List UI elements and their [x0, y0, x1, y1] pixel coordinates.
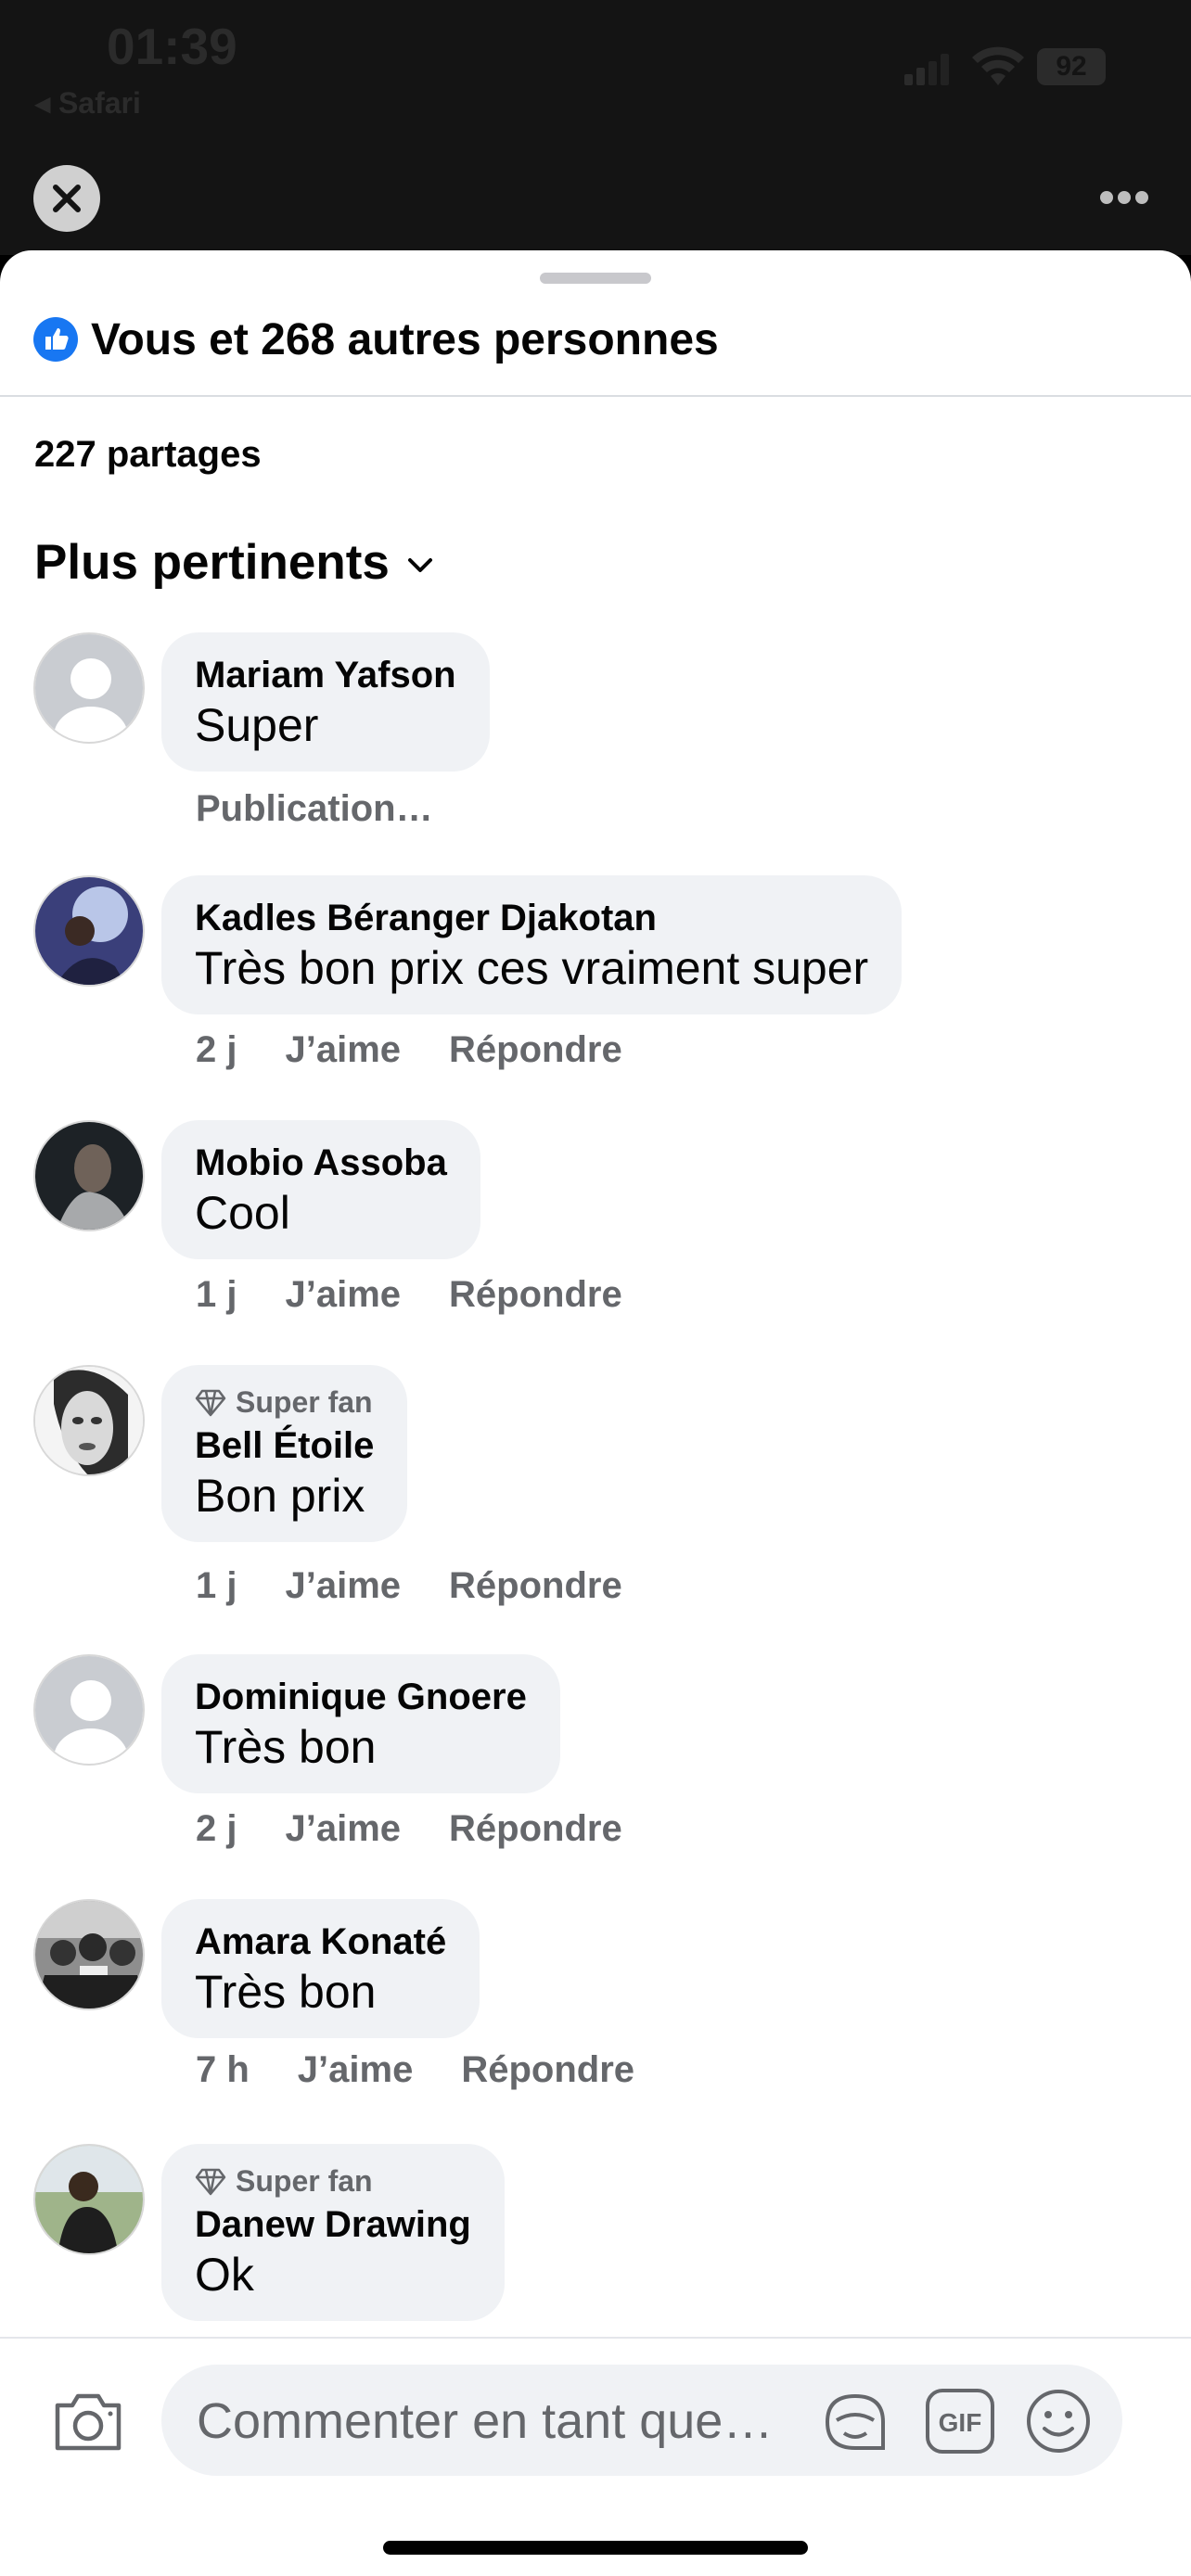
- comment-meta: Publication…: [196, 788, 481, 830]
- camera-icon[interactable]: [52, 2391, 124, 2454]
- comment-text: Super: [195, 699, 319, 751]
- avatar[interactable]: [33, 1899, 145, 2010]
- comment-meta: 2 j J’aime Répondre: [196, 1808, 671, 1850]
- reply-link[interactable]: Répondre: [449, 1808, 622, 1850]
- comment-time[interactable]: 2 j: [196, 1029, 237, 1071]
- comment-bubble[interactable]: Mariam Yafson Super: [161, 632, 490, 772]
- sort-label: Plus pertinents: [34, 535, 390, 590]
- comment-author[interactable]: Danew Drawing: [195, 2202, 471, 2247]
- more-options-icon[interactable]: [1099, 190, 1149, 205]
- comment-bubble[interactable]: Kadles Béranger Djakotan Très bon prix c…: [161, 875, 903, 1014]
- comment-bubble[interactable]: Super fan Danew Drawing Ok: [161, 2144, 505, 2321]
- comment-author[interactable]: Mariam Yafson: [195, 653, 456, 697]
- top-bar: [0, 139, 1191, 255]
- reply-link[interactable]: Répondre: [449, 1029, 622, 1071]
- like-link[interactable]: J’aime: [285, 1565, 401, 1607]
- gif-label: GIF: [939, 2408, 982, 2437]
- diamond-icon: [195, 1389, 226, 1416]
- comment-meta: 2 j J’aime Répondre: [196, 1029, 671, 1071]
- user-photo: [35, 1122, 143, 1230]
- comment-text: Bon prix: [195, 1470, 365, 1522]
- avatar[interactable]: [33, 2144, 145, 2255]
- comment-time[interactable]: 2 j: [196, 1808, 237, 1850]
- comment-bubble[interactable]: Mobio Assoba Cool: [161, 1120, 480, 1259]
- comment-text: Très bon: [195, 1966, 377, 2018]
- close-button[interactable]: [33, 165, 100, 232]
- avatar[interactable]: [33, 1654, 145, 1766]
- like-link[interactable]: J’aime: [285, 1808, 401, 1850]
- sort-dropdown[interactable]: Plus pertinents: [34, 534, 434, 591]
- wifi-icon: [972, 46, 1024, 85]
- comment-bubble[interactable]: Super fan Bell Étoile Bon prix: [161, 1365, 408, 1542]
- signal-icon: [904, 54, 949, 85]
- comment-input[interactable]: Commenter en tant que… GIF: [161, 2365, 1122, 2476]
- divider: [0, 395, 1191, 397]
- comment-time[interactable]: 1 j: [196, 1565, 237, 1607]
- badge-label: Super fan: [236, 1385, 373, 1419]
- default-avatar-icon: [35, 1656, 143, 1764]
- avatar[interactable]: [33, 632, 145, 744]
- gif-button[interactable]: GIF: [924, 2387, 996, 2455]
- comment-text: Ok: [195, 2249, 254, 2301]
- comment-bubble[interactable]: Amara Konaté Très bon: [161, 1899, 480, 2038]
- user-photo: [35, 877, 143, 985]
- avatar[interactable]: [33, 875, 145, 987]
- comment-text: Cool: [195, 1187, 290, 1239]
- reply-link[interactable]: Répondre: [449, 1274, 622, 1316]
- comment-author[interactable]: Kadles Béranger Djakotan: [195, 896, 868, 940]
- diamond-icon: [195, 2168, 226, 2195]
- battery-indicator: 92: [1037, 48, 1106, 85]
- chevron-down-icon: [407, 557, 432, 572]
- comment-author[interactable]: Amara Konaté: [195, 1919, 446, 1964]
- comment-meta: 1 j J’aime Répondre: [196, 1565, 671, 1607]
- comment-author[interactable]: Mobio Assoba: [195, 1141, 447, 1185]
- avatar[interactable]: [33, 1120, 145, 1231]
- reactions-text: Vous et 268 autres personnes: [91, 314, 719, 364]
- comment-text: Très bon: [195, 1721, 377, 1773]
- default-avatar-icon: [35, 634, 143, 742]
- like-link[interactable]: J’aime: [285, 1274, 401, 1316]
- sheet-grabber[interactable]: [540, 273, 651, 284]
- comment-bubble[interactable]: Dominique Gnoere Très bon: [161, 1654, 560, 1793]
- like-link[interactable]: J’aime: [298, 2049, 414, 2091]
- user-photo: [35, 2146, 143, 2253]
- home-indicator[interactable]: [383, 2541, 808, 2555]
- badge-label: Super fan: [236, 2164, 373, 2198]
- emoji-icon[interactable]: [1024, 2387, 1093, 2455]
- super-fan-badge: Super fan: [195, 1385, 374, 1420]
- comment-meta: 1 j J’aime Répondre: [196, 1274, 671, 1316]
- comment-status: Publication…: [196, 788, 433, 829]
- reply-link[interactable]: Répondre: [461, 2049, 634, 2091]
- avatar-sticker-icon[interactable]: [818, 2385, 892, 2459]
- back-to-safari-link[interactable]: ◂ Safari: [35, 85, 141, 121]
- close-icon: [53, 185, 81, 212]
- user-photo: [35, 1367, 143, 1474]
- comment-text: Très bon prix ces vraiment super: [195, 942, 869, 994]
- status-time: 01:39: [107, 18, 237, 75]
- comment-author[interactable]: Bell Étoile: [195, 1423, 374, 1468]
- comment-meta: 7 h J’aime Répondre: [196, 2049, 683, 2091]
- like-reaction-icon: [33, 317, 78, 362]
- comment-placeholder: Commenter en tant que…: [197, 2393, 774, 2449]
- comment-time[interactable]: 1 j: [196, 1274, 237, 1316]
- super-fan-badge: Super fan: [195, 2164, 471, 2199]
- user-photo: [35, 1901, 143, 2009]
- avatar[interactable]: [33, 1365, 145, 1476]
- like-link[interactable]: J’aime: [285, 1029, 401, 1071]
- status-bar: 01:39 ◂ Safari 92: [0, 0, 1191, 139]
- shares-count[interactable]: 227 partages: [34, 434, 262, 476]
- comments-sheet: Vous et 268 autres personnes 227 partage…: [0, 250, 1191, 2576]
- comment-author[interactable]: Dominique Gnoere: [195, 1675, 527, 1719]
- reply-link[interactable]: Répondre: [449, 1565, 622, 1607]
- reactions-summary[interactable]: Vous et 268 autres personnes: [33, 312, 719, 367]
- comment-time[interactable]: 7 h: [196, 2049, 250, 2091]
